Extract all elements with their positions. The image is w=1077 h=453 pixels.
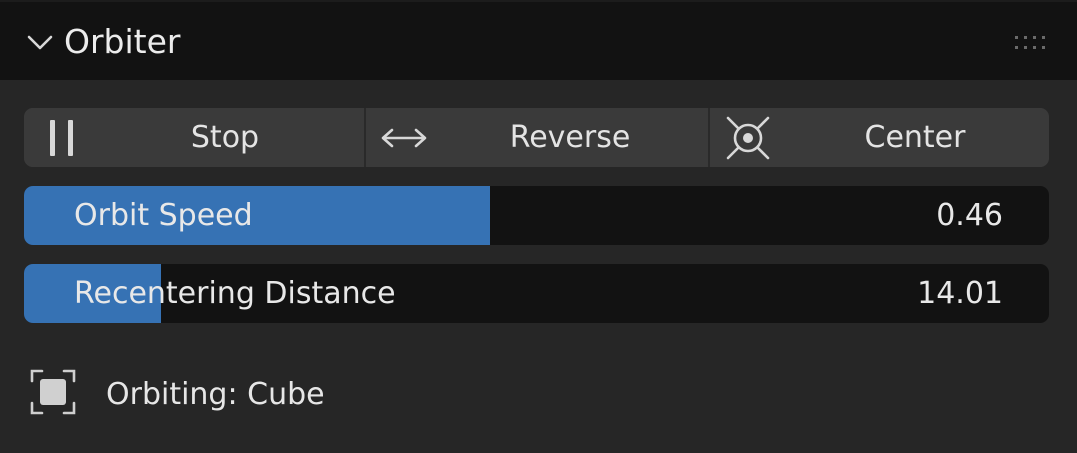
- panel-header[interactable]: Orbiter: [0, 0, 1077, 80]
- orbiting-status-label: Orbiting: Cube: [106, 376, 325, 412]
- reverse-button-label: Reverse: [509, 120, 631, 155]
- double-arrow-horizontal-icon: [376, 108, 432, 167]
- pause-icon: [42, 108, 82, 167]
- stop-button-label: Stop: [190, 120, 260, 155]
- stop-button[interactable]: Stop: [24, 108, 364, 167]
- recentering-distance-label: Recentering Distance: [74, 276, 396, 311]
- chevron-down-icon[interactable]: [20, 26, 60, 60]
- drag-grip-icon[interactable]: [1013, 32, 1053, 54]
- orbiter-panel: Orbiter Stop Reverse Center Orbit Speed …: [0, 0, 1077, 453]
- center-button-label: Center: [864, 120, 966, 155]
- orbit-speed-slider[interactable]: Orbit Speed 0.46: [24, 186, 1049, 245]
- panel-title: Orbiter: [64, 22, 181, 61]
- recentering-distance-value: 14.01: [917, 276, 1003, 311]
- operator-button-row: Stop Reverse Center: [24, 108, 1049, 167]
- orbit-status: Orbiting: Cube: [28, 368, 325, 420]
- reverse-button[interactable]: Reverse: [364, 108, 708, 167]
- orbit-speed-label: Orbit Speed: [74, 198, 253, 233]
- center-button[interactable]: Center: [708, 108, 1049, 167]
- object-select-icon: [28, 367, 78, 421]
- orbit-speed-value: 0.46: [936, 198, 1003, 233]
- recentering-distance-slider[interactable]: Recentering Distance 14.01: [24, 264, 1049, 323]
- crosshair-target-icon: [716, 108, 780, 167]
